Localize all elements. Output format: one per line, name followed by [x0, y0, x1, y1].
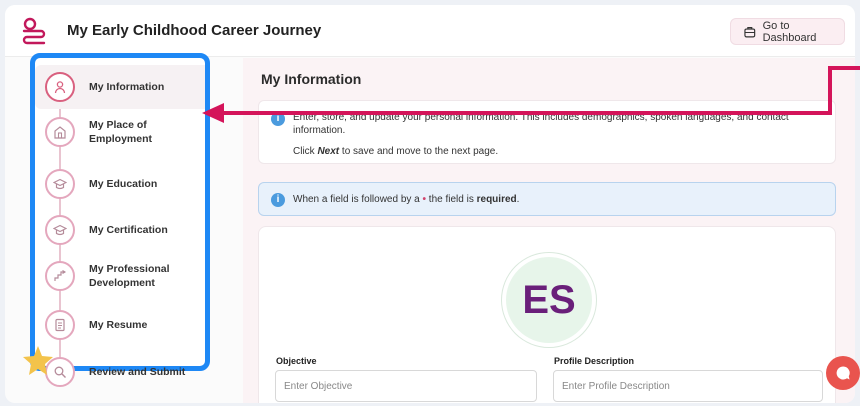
sidebar-item-label: Review and Submit	[89, 366, 186, 378]
info-icon: i	[271, 193, 285, 207]
profile-description-label: Profile Description	[554, 356, 635, 366]
sidebar-item-my-professional-development[interactable]: My Professional Development	[35, 254, 205, 298]
sidebar-item-my-certification[interactable]: My Certification	[35, 208, 205, 252]
required-suffix: .	[516, 194, 520, 205]
main-content: My Information i Enter, store, and updat…	[243, 58, 855, 403]
profile-description-input[interactable]	[553, 370, 823, 402]
next-rest: to save and move to the next page.	[339, 146, 499, 157]
sidebar-item-my-resume[interactable]: My Resume	[35, 303, 205, 347]
next-keyword: Next	[317, 146, 340, 157]
required-mid: the field is	[426, 194, 477, 205]
progress-sidebar: My Information My Place of Employment My…	[30, 53, 210, 387]
objective-input[interactable]	[275, 370, 537, 402]
next-instruction: Click Next to save and move to the next …	[293, 146, 498, 157]
app-title: My Early Childhood Career Journey	[67, 22, 322, 39]
instructions-text: Enter, store, and update your personal i…	[293, 112, 789, 136]
dashboard-icon	[744, 26, 756, 37]
info-icon: i	[271, 112, 285, 126]
sidebar-item-review-and-submit[interactable]: Review and Submit	[35, 350, 205, 394]
sidebar-item-my-information[interactable]: My Information	[35, 65, 205, 109]
sidebar-item-label: My Information	[89, 81, 165, 93]
person-icon	[45, 72, 75, 102]
required-notice: i When a field is followed by a • the fi…	[258, 182, 836, 216]
sidebar-item-label: My Professional Development	[89, 263, 170, 289]
sidebar-item-my-place-of-employment[interactable]: My Place of Employment	[35, 110, 205, 154]
top-bar: My Early Childhood Career Journey Go to …	[5, 5, 855, 57]
sidebar-item-my-education[interactable]: My Education	[35, 162, 205, 206]
star-icon	[23, 346, 53, 375]
chat-bubble-icon	[836, 366, 850, 380]
building-icon	[45, 117, 75, 147]
sidebar-item-label: My Education	[89, 178, 158, 190]
avatar-initials: ES	[522, 277, 576, 322]
objective-label: Objective	[276, 356, 317, 366]
avatar[interactable]: ES	[502, 253, 596, 347]
next-prefix: Click	[293, 146, 318, 157]
instructions-card: i Enter, store, and update your personal…	[258, 100, 836, 164]
app-logo-icon	[22, 17, 46, 45]
sidebar-item-label: My Certification	[89, 224, 168, 236]
graduation-cap-icon	[45, 169, 75, 199]
required-notice-text: When a field is followed by a • the fiel…	[293, 194, 519, 205]
profile-form-card: ES Objective Profile Description	[258, 226, 836, 403]
go-to-dashboard-label: Go to Dashboard	[762, 19, 817, 44]
document-icon	[45, 310, 75, 340]
sidebar-item-label: My Resume	[89, 319, 148, 331]
graduation-cap-icon	[45, 215, 75, 245]
page-title: My Information	[261, 71, 362, 87]
required-prefix: When a field is followed by a	[293, 194, 423, 205]
required-keyword: required	[476, 194, 517, 205]
sidebar-item-label: My Place of Employment	[89, 119, 153, 145]
go-to-dashboard-button[interactable]: Go to Dashboard	[730, 18, 845, 45]
growth-chart-icon	[45, 261, 75, 291]
chat-button[interactable]	[826, 356, 860, 390]
